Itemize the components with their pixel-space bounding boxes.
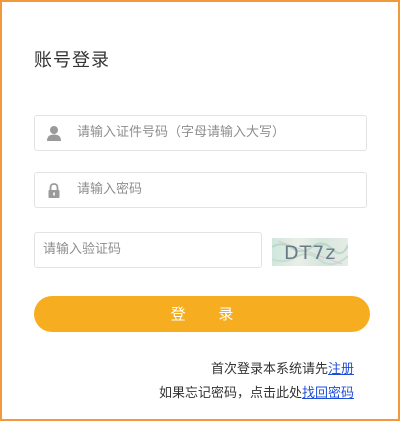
- register-hint: 首次登录本系统请先注册: [211, 358, 354, 377]
- forgot-password-link[interactable]: 找回密码: [302, 386, 354, 401]
- forgot-password-hint: 如果忘记密码，点击此处找回密码: [159, 382, 354, 401]
- captcha-input[interactable]: 请输入验证码: [34, 232, 262, 268]
- id-number-placeholder: 请输入证件号码（字母请输入大写）: [77, 125, 286, 140]
- id-number-input[interactable]: 请输入证件号码（字母请输入大写）: [34, 115, 367, 151]
- password-input[interactable]: 请输入密码: [34, 172, 367, 208]
- captcha-text: DT7z: [284, 242, 336, 264]
- forgot-password-hint-text: 如果忘记密码，点击此处: [158, 386, 302, 401]
- login-button[interactable]: 登 录: [34, 296, 370, 332]
- captcha-image[interactable]: DT7z: [272, 238, 348, 266]
- register-hint-text: 首次登录本系统请先: [210, 362, 328, 377]
- lock-icon: [46, 182, 62, 199]
- page-title: 账号登录: [34, 50, 110, 71]
- login-panel: 账号登录 请输入证件号码（字母请输入大写） 请输入密码 请输入验证码 DT7z …: [0, 0, 400, 421]
- password-placeholder: 请输入密码: [77, 182, 143, 197]
- user-icon: [46, 125, 62, 142]
- register-link[interactable]: 注册: [328, 362, 354, 377]
- captcha-placeholder: 请输入验证码: [43, 242, 122, 257]
